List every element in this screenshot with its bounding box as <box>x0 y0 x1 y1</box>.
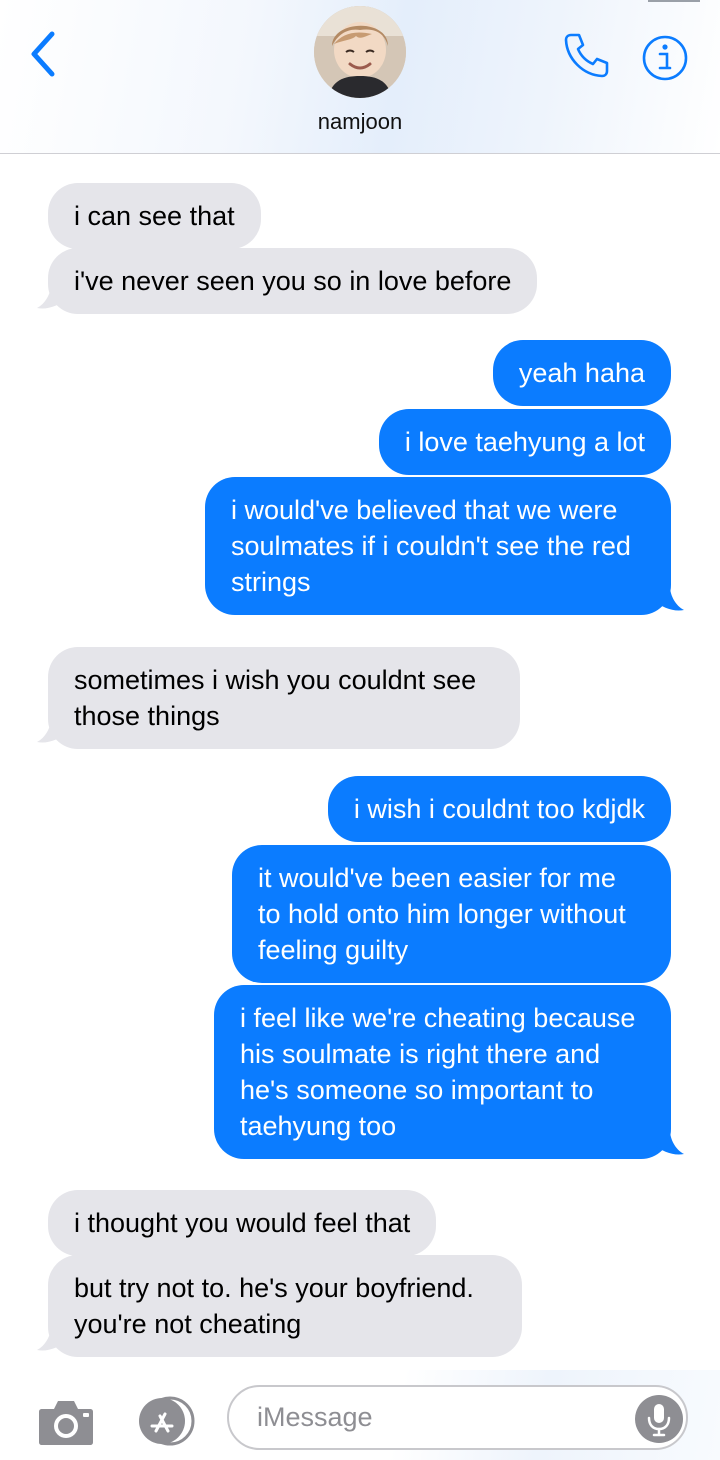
info-icon <box>642 35 688 81</box>
message-line: his soulmate is right there and <box>240 1039 601 1069</box>
incoming-message[interactable]: i've never seen you so in love before <box>48 248 538 314</box>
message-line: sometimes i wish you couldnt see <box>74 665 477 695</box>
message-line: taehyung too <box>240 1111 397 1141</box>
chevron-left-icon <box>31 31 55 77</box>
message-line: you're not cheating <box>74 1309 302 1339</box>
incoming-bubble-tail <box>37 1326 67 1351</box>
outgoing-message[interactable]: it would've been easier for me to hold o… <box>232 845 671 983</box>
message-line: i feel like we're cheating because <box>240 1003 636 1033</box>
message-line: soulmates if i couldn't see the red <box>231 531 631 561</box>
outgoing-message[interactable]: i would've believed that we were soulmat… <box>205 477 671 615</box>
message-line: those things <box>74 701 220 731</box>
input-placeholder: iMessage <box>257 1402 373 1432</box>
imessage-input[interactable]: iMessage <box>227 1385 688 1450</box>
outgoing-bubble-tail <box>654 1130 684 1155</box>
outgoing-message[interactable]: i wish i couldnt too kdjdk <box>327 776 671 842</box>
app-store-button[interactable] <box>130 1396 196 1446</box>
incoming-message[interactable]: i thought you would feel that <box>48 1190 437 1256</box>
message-line: strings <box>231 567 311 597</box>
incoming-message[interactable]: i can see that <box>48 183 261 249</box>
contact-name[interactable]: namjoon <box>0 109 720 135</box>
back-button[interactable] <box>22 28 62 80</box>
message-text: i've never seen you so in love before <box>74 266 512 296</box>
message-line: it would've been easier for me <box>258 863 616 893</box>
microphone-button[interactable] <box>635 1395 683 1443</box>
message-text: i can see that <box>74 201 235 231</box>
avatar-photo <box>314 6 406 98</box>
camera-icon <box>39 1401 93 1445</box>
message-line: to hold onto him longer without <box>258 899 626 929</box>
message-text: i love taehyung a lot <box>404 427 645 457</box>
outgoing-message[interactable]: i love taehyung a lot <box>378 409 671 475</box>
outgoing-message[interactable]: i feel like we're cheating because his s… <box>214 985 671 1159</box>
outgoing-message[interactable]: yeah haha <box>492 340 671 406</box>
incoming-message[interactable]: sometimes i wish you couldnt see those t… <box>48 647 520 749</box>
incoming-message[interactable]: but try not to. he's your boyfriend. you… <box>48 1255 522 1357</box>
message-line: but try not to. he's your boyfriend. <box>74 1273 474 1303</box>
message-text: i wish i couldnt too kdjdk <box>353 794 645 824</box>
info-button[interactable] <box>640 33 690 83</box>
message-text: yeah haha <box>518 358 645 388</box>
message-line: feeling guilty <box>258 935 409 965</box>
incoming-bubble-tail <box>37 718 67 743</box>
message-line: he's someone so important to <box>240 1075 594 1105</box>
conversation-header: namjoon <box>0 0 720 154</box>
incoming-bubble-tail <box>37 284 67 309</box>
camera-button[interactable] <box>38 1397 94 1445</box>
message-composer: iMessage <box>0 1370 720 1460</box>
contact-avatar[interactable] <box>314 6 406 98</box>
microphone-icon <box>647 1404 671 1437</box>
app-store-icon <box>139 1396 195 1446</box>
outgoing-bubble-tail <box>654 586 684 611</box>
phone-icon <box>564 33 609 78</box>
call-button[interactable] <box>562 30 612 80</box>
message-line: i would've believed that we were <box>231 495 618 525</box>
message-text: i thought you would feel that <box>74 1208 411 1238</box>
status-line <box>648 0 700 2</box>
